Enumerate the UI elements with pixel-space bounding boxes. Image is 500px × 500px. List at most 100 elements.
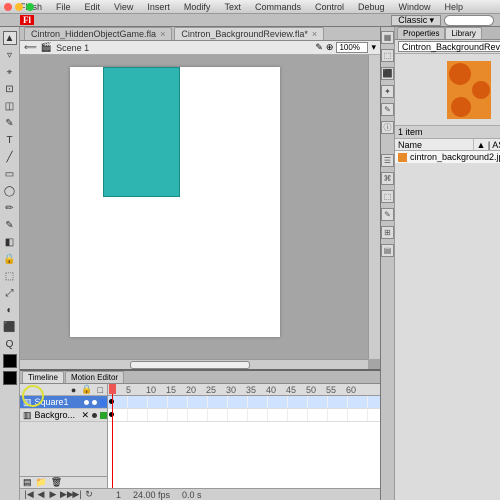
stage-rectangle-shape[interactable] bbox=[103, 67, 180, 197]
menu-edit[interactable]: Edit bbox=[85, 2, 101, 12]
edit-symbols-icon[interactable]: ⊕ bbox=[326, 42, 334, 53]
eyedropper-tool[interactable]: ⤢ bbox=[3, 286, 17, 300]
frame-ruler[interactable]: 1 5 10 15 20 25 30 35 40 45 50 55 60 bbox=[108, 384, 380, 396]
close-icon[interactable]: × bbox=[312, 29, 317, 39]
max-traffic[interactable] bbox=[26, 3, 34, 11]
panel-icon[interactable]: ✎ bbox=[381, 103, 394, 116]
lock-dot[interactable] bbox=[92, 400, 97, 405]
panel-icon[interactable]: ▤ bbox=[381, 244, 394, 257]
tab-library[interactable]: Library bbox=[445, 27, 481, 39]
eye-icon[interactable]: ● bbox=[71, 385, 76, 395]
menu-view[interactable]: View bbox=[114, 2, 133, 12]
panel-icon[interactable]: ⌘ bbox=[381, 172, 394, 185]
subselect-tool[interactable]: ▿ bbox=[3, 48, 17, 62]
menu-debug[interactable]: Debug bbox=[358, 2, 385, 12]
step-back-icon[interactable]: ◀ bbox=[36, 489, 46, 500]
menu-modify[interactable]: Modify bbox=[184, 2, 211, 12]
new-layer-icon[interactable]: ▤ bbox=[23, 477, 32, 488]
pencil-tool[interactable]: ✏ bbox=[3, 201, 17, 215]
zoom-dropdown-icon[interactable]: ▾ bbox=[371, 42, 376, 53]
menu-control[interactable]: Control bbox=[315, 2, 344, 12]
track-square1[interactable] bbox=[108, 396, 380, 409]
library-columns[interactable]: Name ▲ | AS Linkage bbox=[395, 139, 500, 151]
horizontal-scrollbar[interactable] bbox=[20, 359, 368, 369]
new-folder-icon[interactable]: 📁 bbox=[36, 477, 47, 488]
layer-name[interactable]: Backgro... bbox=[35, 410, 79, 420]
lock-dot[interactable] bbox=[92, 413, 97, 418]
menu-text[interactable]: Text bbox=[224, 2, 241, 12]
scene-name[interactable]: Scene 1 bbox=[56, 43, 89, 53]
lock-icon[interactable]: 🔒 bbox=[81, 384, 92, 395]
help-search[interactable] bbox=[444, 15, 494, 26]
panel-icon[interactable]: ✎ bbox=[381, 208, 394, 221]
rectangle-tool[interactable]: ▭ bbox=[3, 167, 17, 181]
workspace-switcher[interactable]: Classic ▾ bbox=[391, 15, 441, 26]
paint-bucket-tool[interactable]: ⬚ bbox=[3, 269, 17, 283]
menu-commands[interactable]: Commands bbox=[255, 2, 301, 12]
panel-icon[interactable]: ✦ bbox=[381, 85, 394, 98]
panel-icon[interactable]: ⬚ bbox=[381, 49, 394, 62]
zoom-tool[interactable]: Q bbox=[3, 337, 17, 351]
panel-icon[interactable]: ⬛ bbox=[381, 67, 394, 80]
step-fwd-icon[interactable]: ▶▶ bbox=[60, 489, 70, 500]
scroll-thumb[interactable] bbox=[130, 361, 250, 369]
tab-properties[interactable]: Properties bbox=[397, 27, 445, 39]
edit-scene-icon[interactable]: ✎ bbox=[315, 42, 323, 53]
3d-rotate-tool[interactable]: ⊡ bbox=[3, 82, 17, 96]
panel-icon[interactable]: ☰ bbox=[381, 154, 394, 167]
close-traffic[interactable] bbox=[4, 3, 12, 11]
fill-color-swatch[interactable] bbox=[3, 371, 17, 385]
visible-dot[interactable] bbox=[84, 400, 89, 405]
min-traffic[interactable] bbox=[15, 3, 23, 11]
frames-area[interactable]: 1 5 10 15 20 25 30 35 40 45 50 55 60 bbox=[108, 384, 380, 488]
last-frame-icon[interactable]: ▶| bbox=[72, 489, 82, 500]
library-item[interactable]: cintron_background2.jpg bbox=[395, 151, 500, 164]
outline-swatch[interactable] bbox=[100, 399, 107, 406]
loop-icon[interactable]: ↻ bbox=[84, 489, 94, 500]
tab-timeline[interactable]: Timeline bbox=[22, 371, 64, 383]
layer-square1[interactable]: ▥ Square1 bbox=[20, 396, 107, 409]
tab-hiddenobject[interactable]: Cintron_HiddenObjectGame.fla× bbox=[24, 27, 172, 40]
edit-bar: ⟸ 🎬 Scene 1 ✎ ⊕ ▾ bbox=[20, 41, 380, 55]
pen-tool[interactable]: ✎ bbox=[3, 116, 17, 130]
first-frame-icon[interactable]: |◀ bbox=[24, 489, 34, 500]
eraser-tool[interactable]: ◐ bbox=[3, 303, 17, 317]
layer-name[interactable]: Square1 bbox=[35, 397, 81, 407]
bone-tool[interactable]: 🔒 bbox=[3, 252, 17, 266]
deco-tool[interactable]: ◧ bbox=[3, 235, 17, 249]
vertical-scrollbar[interactable] bbox=[368, 55, 380, 359]
line-tool[interactable]: ╱ bbox=[3, 150, 17, 164]
lasso-tool[interactable]: ◫ bbox=[3, 99, 17, 113]
panel-icon[interactable]: ⊞ bbox=[381, 226, 394, 239]
panel-icon[interactable]: ⓘ bbox=[381, 121, 394, 134]
tab-motion-editor[interactable]: Motion Editor bbox=[65, 371, 124, 383]
outline-swatch[interactable] bbox=[100, 412, 107, 419]
menu-insert[interactable]: Insert bbox=[147, 2, 170, 12]
hand-tool[interactable]: ⬛ bbox=[3, 320, 17, 334]
close-icon[interactable]: × bbox=[160, 29, 165, 39]
outline-icon[interactable]: □ bbox=[98, 385, 103, 395]
menu-file[interactable]: File bbox=[56, 2, 71, 12]
library-document-dropdown[interactable]: Cintron_BackgroundReview.fla bbox=[398, 41, 500, 52]
tab-backgroundreview[interactable]: Cintron_BackgroundReview.fla*× bbox=[174, 27, 324, 40]
stroke-color-swatch[interactable] bbox=[3, 354, 17, 368]
track-background[interactable] bbox=[108, 409, 380, 422]
menu-window[interactable]: Window bbox=[399, 2, 431, 12]
stage-area[interactable] bbox=[20, 55, 380, 370]
oval-tool[interactable]: ◯ bbox=[3, 184, 17, 198]
play-icon[interactable]: ▶ bbox=[48, 489, 58, 500]
free-transform-tool[interactable]: ⌖ bbox=[3, 65, 17, 79]
menu-help[interactable]: Help bbox=[445, 2, 464, 12]
layer-background[interactable]: ▥ Backgro... ✕ bbox=[20, 409, 107, 422]
back-icon[interactable]: ⟸ bbox=[24, 42, 37, 53]
text-tool[interactable]: T bbox=[3, 133, 17, 147]
selection-tool[interactable]: ▲ bbox=[3, 31, 17, 45]
lock-x-icon[interactable]: ✕ bbox=[81, 410, 89, 421]
playhead[interactable] bbox=[112, 384, 113, 488]
brush-tool[interactable]: ✎ bbox=[3, 218, 17, 232]
zoom-input[interactable] bbox=[336, 42, 368, 53]
panel-icon[interactable]: ▦ bbox=[381, 31, 394, 44]
stage[interactable] bbox=[70, 67, 280, 337]
panel-icon[interactable]: ⬚ bbox=[381, 190, 394, 203]
delete-layer-icon[interactable]: 🗑 bbox=[51, 477, 62, 488]
